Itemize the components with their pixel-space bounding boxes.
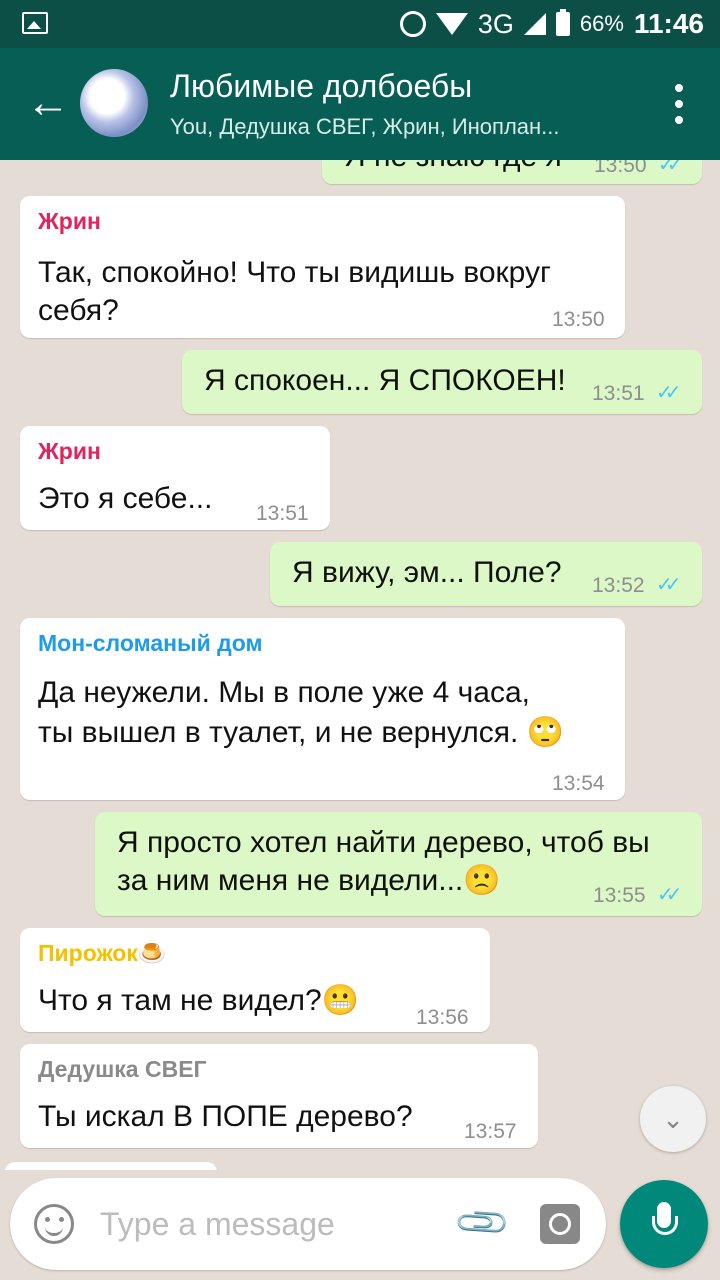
message-outgoing[interactable]: Я не знаю где я 13:50 ✓✓ <box>322 160 702 184</box>
chevron-double-down-icon[interactable]: ⌄ <box>640 1086 706 1152</box>
message-outgoing[interactable]: Я спокоен... Я СПОКОЕН! 13:51 ✓✓ <box>182 350 702 414</box>
read-receipt-icon: ✓✓ <box>658 160 683 176</box>
chat-header: ← Любимые долбоебы You, Дедушка СВЕГ, Жр… <box>0 48 720 160</box>
message-incoming[interactable]: Дедушка СВЕГ Ты искал В ПОПЕ дерево? 13:… <box>20 1044 538 1148</box>
message-incoming[interactable]: Пирожок🍮 Что я там не видел?😬 13:56 <box>20 928 490 1032</box>
gallery-notification-icon <box>22 12 48 34</box>
message-time: 13:52 <box>592 574 645 597</box>
message-time: 13:51 <box>592 382 645 405</box>
signal-icon <box>523 13 546 35</box>
clock: 11:46 <box>633 8 704 39</box>
message-composer: Type a message 📎 <box>10 1178 606 1270</box>
message-time: 13:50 <box>594 160 647 177</box>
message-sender: Мон-сломаный дом <box>38 630 263 656</box>
read-receipt-icon: ✓✓ <box>656 574 681 596</box>
message-incoming-partial[interactable] <box>5 1162 217 1170</box>
message-list[interactable]: Я не знаю где я 13:50 ✓✓ Жрин Так, споко… <box>0 160 720 1170</box>
group-avatar[interactable] <box>80 69 148 137</box>
message-text-line: Да неужели. Мы в поле уже 4 часа, <box>38 676 531 709</box>
message-text-line: ты вышел в туалет, и не вернулся. 🙄 <box>38 716 565 749</box>
network-type: 3G <box>477 8 514 39</box>
message-time: 13:56 <box>416 1006 469 1029</box>
wifi-icon <box>435 13 468 35</box>
status-bar: 3G 66% 11:46 <box>0 0 720 48</box>
message-incoming[interactable]: Мон-сломаный дом Да неужели. Мы в поле у… <box>20 618 625 800</box>
alarm-icon <box>399 11 426 37</box>
message-text: Я вижу, эм... Поле? <box>292 556 562 589</box>
message-text: Это я себе... <box>38 482 213 515</box>
message-text: Я не знаю где я <box>344 160 562 178</box>
message-time: 13:54 <box>552 772 605 795</box>
message-text-line: Так, спокойно! Что ты видишь вокруг <box>38 256 551 289</box>
message-sender: Пирожок🍮 <box>38 940 167 966</box>
battery-icon <box>555 9 570 36</box>
message-sender: Жрин <box>38 208 101 234</box>
emoji-icon[interactable] <box>34 1204 74 1244</box>
camera-icon[interactable] <box>540 1204 580 1244</box>
message-time: 13:51 <box>256 502 309 525</box>
message-time: 13:57 <box>464 1120 517 1143</box>
message-incoming[interactable]: Жрин Так, спокойно! Что ты видишь вокруг… <box>20 196 625 338</box>
chat-participants[interactable]: You, Дедушка СВЕГ, Жрин, Иноплан... <box>170 114 620 140</box>
message-time: 13:55 <box>593 884 646 907</box>
paperclip-icon[interactable]: 📎 <box>452 1192 513 1253</box>
message-text-line: себя? <box>38 294 119 327</box>
mic-icon[interactable] <box>620 1180 708 1268</box>
read-receipt-icon: ✓✓ <box>656 382 681 404</box>
status-icons: 3G 66% 11:46 <box>399 0 704 48</box>
message-text: Я спокоен... Я СПОКОЕН! <box>204 364 566 397</box>
message-sender: Жрин <box>38 438 101 464</box>
message-incoming[interactable]: Жрин Это я себе... 13:51 <box>20 426 330 530</box>
more-vert-icon[interactable] <box>672 84 686 124</box>
chat-title[interactable]: Любимые долбоебы <box>170 68 472 105</box>
message-text: Что я там не видел?😬 <box>38 984 360 1017</box>
message-input[interactable]: Type a message <box>100 1206 335 1243</box>
message-sender: Дедушка СВЕГ <box>38 1056 207 1082</box>
message-text: Ты искал В ПОПЕ дерево? <box>38 1100 413 1133</box>
message-outgoing[interactable]: Я вижу, эм... Поле? 13:52 ✓✓ <box>270 542 702 606</box>
message-text-line: за ним меня не видели...🙁 <box>117 864 501 897</box>
back-arrow-icon[interactable]: ← <box>26 78 76 128</box>
message-text-line: Я просто хотел найти дерево, чтоб вы <box>117 826 650 859</box>
message-outgoing[interactable]: Я просто хотел найти дерево, чтоб вы за … <box>95 812 702 916</box>
read-receipt-icon: ✓✓ <box>657 884 682 906</box>
message-time: 13:50 <box>552 308 605 331</box>
battery-percent: 66% <box>579 11 624 36</box>
